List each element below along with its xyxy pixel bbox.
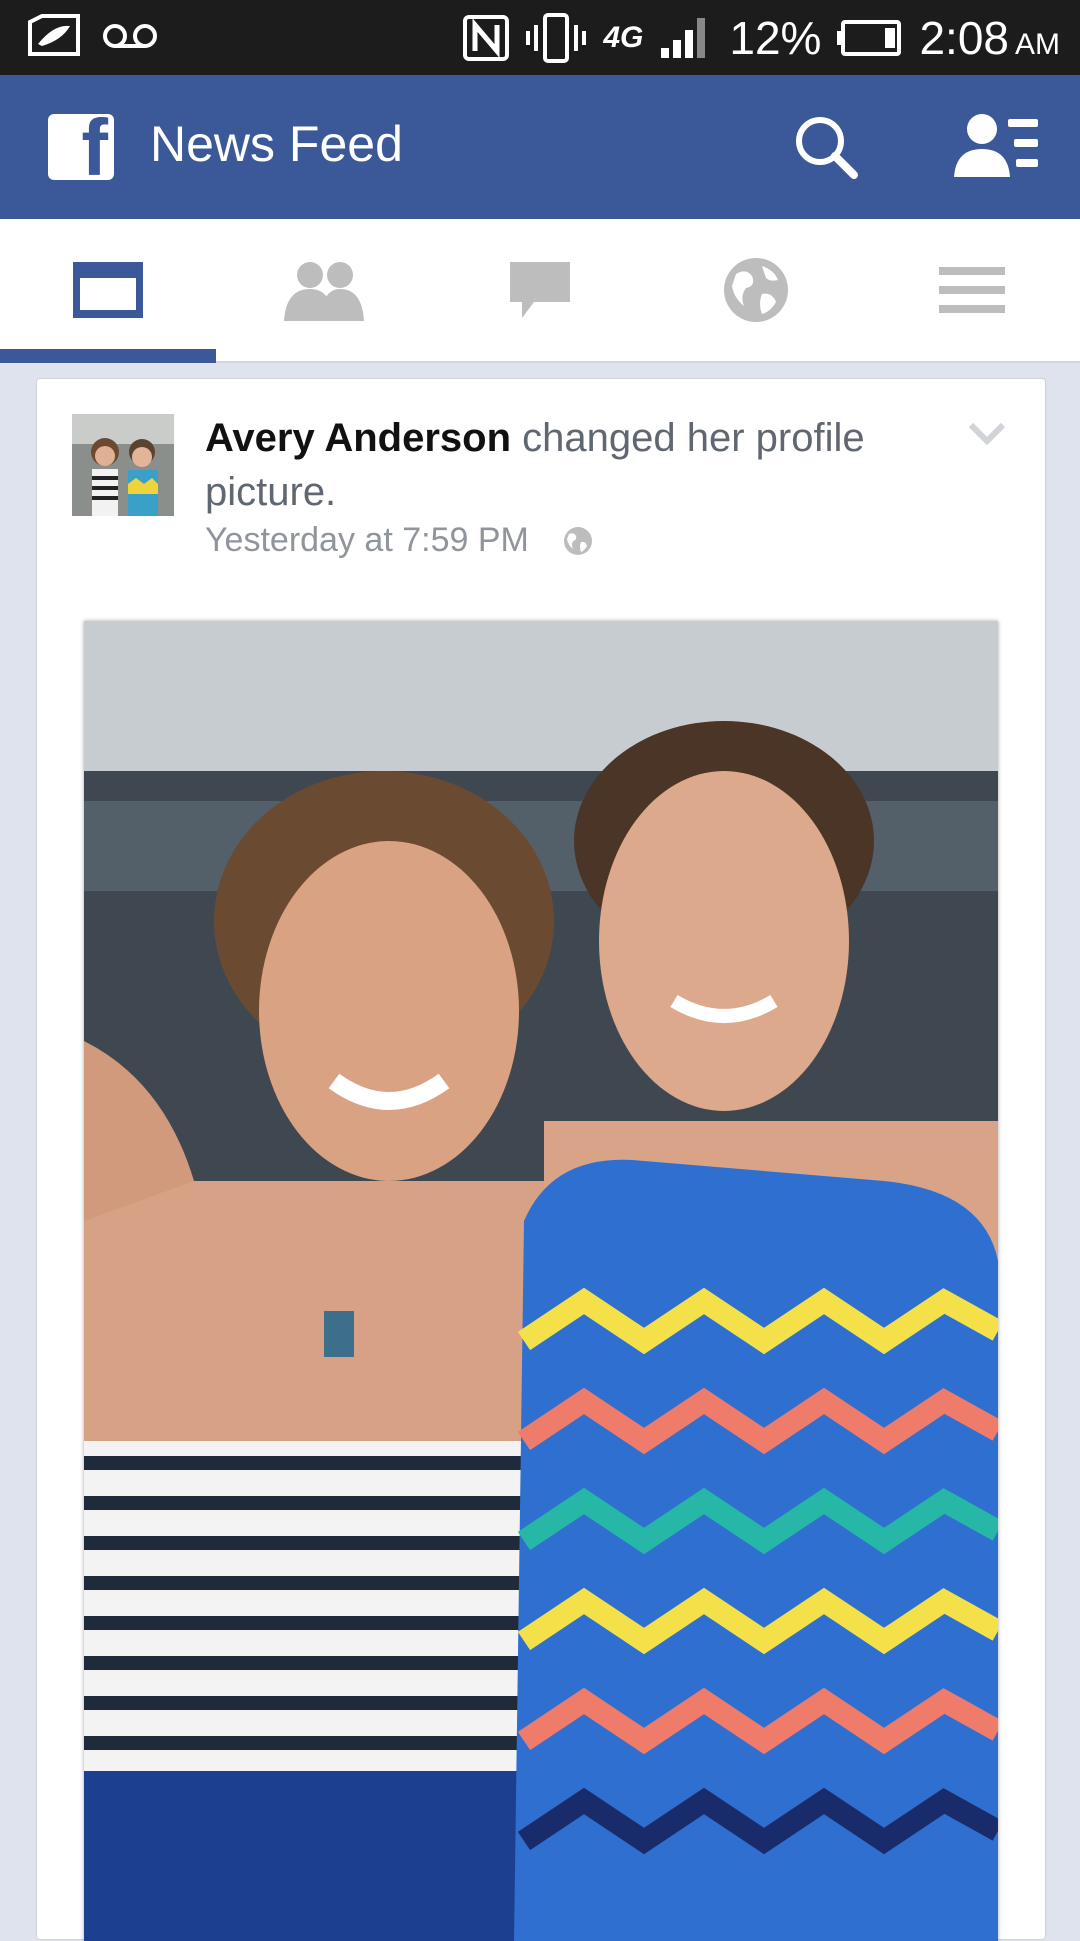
avatar[interactable] xyxy=(72,414,174,516)
facebook-logo[interactable]: f xyxy=(48,114,114,180)
privacy-globe-icon xyxy=(563,526,592,555)
post-author-name[interactable]: Avery Anderson xyxy=(205,416,511,460)
page-title: News Feed xyxy=(150,116,403,172)
clock: 2:08 AM xyxy=(919,11,1060,65)
status-left-icons xyxy=(24,14,158,58)
globe-icon xyxy=(724,258,788,322)
clock-time: 2:08 xyxy=(919,11,1009,64)
chevron-down-icon[interactable] xyxy=(967,421,1007,447)
tab-notifications[interactable] xyxy=(648,219,864,361)
tab-messages[interactable] xyxy=(432,219,648,361)
chat-bubble-icon xyxy=(510,262,570,318)
status-right-icons: 4G 12% 2:08 AM xyxy=(463,0,1060,75)
nfc-icon xyxy=(463,14,510,61)
network-type-label: 4G xyxy=(603,20,644,54)
voicemail-icon xyxy=(103,24,157,48)
search-icon[interactable] xyxy=(790,111,862,183)
clock-ampm: AM xyxy=(1015,27,1060,61)
post-meta: Yesterday at 7:59 PM xyxy=(205,521,593,560)
app-bar: f News Feed xyxy=(0,75,1080,219)
friends-icon xyxy=(284,262,364,321)
status-bar: 4G 12% 2:08 AM xyxy=(0,0,1080,75)
evernote-icon xyxy=(28,14,80,56)
news-feed-icon xyxy=(73,262,143,318)
menu-icon xyxy=(939,267,1005,313)
post-headline: Avery Anderson changed her profile pictu… xyxy=(205,411,885,519)
tab-news-feed[interactable] xyxy=(0,219,216,363)
post-photo[interactable] xyxy=(84,621,998,1941)
signal-icon xyxy=(661,17,706,58)
post-timestamp[interactable]: Yesterday at 7:59 PM xyxy=(205,521,529,560)
active-tab-indicator xyxy=(0,349,216,363)
friend-requests-icon[interactable] xyxy=(952,111,1042,183)
battery-icon xyxy=(837,19,902,56)
tab-bar xyxy=(0,219,1080,363)
battery-percent: 12% xyxy=(729,11,822,64)
feed-post-card: Avery Anderson changed her profile pictu… xyxy=(36,378,1046,1941)
tab-friends[interactable] xyxy=(216,219,432,361)
tab-more[interactable] xyxy=(864,219,1080,361)
vibrate-icon xyxy=(526,12,587,63)
